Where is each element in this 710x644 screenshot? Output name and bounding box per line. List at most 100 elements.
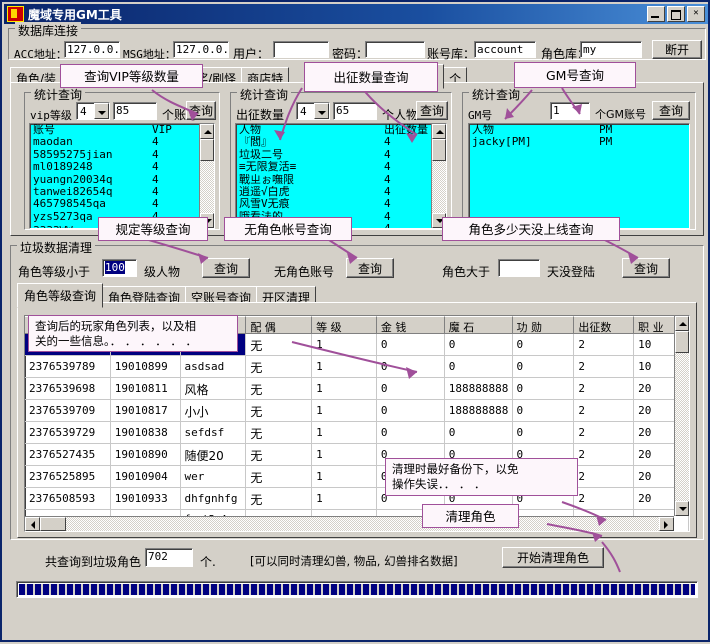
list-item[interactable]: 58595275jian4 xyxy=(30,149,214,161)
cell-level: 1 xyxy=(312,488,377,509)
days-threshold-input[interactable] xyxy=(498,259,540,277)
march-count-input[interactable]: 65 xyxy=(333,102,377,120)
scroll-thumb[interactable] xyxy=(432,139,446,161)
table-row[interactable]: 2376539698 19010811 风格 无 1 0 188888888 0… xyxy=(25,378,689,400)
vip-list-scrollbar[interactable] xyxy=(199,124,214,228)
list-item[interactable]: jacky[PM]PM xyxy=(469,136,689,148)
close-button[interactable]: ✕ xyxy=(687,6,705,22)
table-row[interactable]: 2376508593 19010933 dhfgnhfg 无 1 0 0 0 2… xyxy=(25,488,689,510)
cell-merit: 0 xyxy=(513,400,575,421)
scroll-track[interactable] xyxy=(675,353,689,501)
scroll-thumb[interactable] xyxy=(200,139,214,161)
minimize-button[interactable] xyxy=(647,6,665,22)
cell-name: dhfgnhfg xyxy=(181,488,247,509)
list-item[interactable]: maodan4 xyxy=(30,136,214,148)
chevron-down-icon[interactable] xyxy=(314,103,329,119)
march-count-combo-value: 4 xyxy=(297,105,314,118)
total-garbage-input[interactable]: 702 xyxy=(145,548,193,567)
cell-roleid: 19010899 xyxy=(111,356,181,377)
grid-header-marchcount[interactable]: 出征数 xyxy=(574,316,634,334)
scroll-up-icon[interactable] xyxy=(200,124,214,139)
list-item[interactable]: 风雪V无痕4 xyxy=(236,198,446,210)
annotation-clean-role: 清理角色 xyxy=(422,504,519,528)
march-result-listbox[interactable]: 人物 出征数量 『閻』4 垃圾二号4 ≡无限复活≡4 戰ㄓぉ嘸限4 逍遥√白虎4… xyxy=(235,123,447,229)
list-item[interactable]: 垃圾二号4 xyxy=(236,149,446,161)
table-row[interactable]: 2376525895 19010904 wer 无 1 0 0 0 2 20 xyxy=(25,466,689,488)
role-db-input[interactable]: my xyxy=(580,41,642,58)
cell-level: 1 xyxy=(312,378,377,399)
cell-name: 随便20 xyxy=(181,444,247,465)
grid-header-level[interactable]: 等 级 xyxy=(312,316,377,334)
user-label: 用户： xyxy=(233,45,269,62)
vip-stat-caption: 统计查询 xyxy=(31,86,85,103)
account-db-input[interactable]: account xyxy=(474,41,536,58)
scroll-right-icon[interactable] xyxy=(659,517,674,531)
gm-query-button[interactable]: 查询 xyxy=(652,101,690,120)
vip-result-listbox[interactable]: 账号 VIP maodan4 58595275jian4 ml01892484 … xyxy=(29,123,215,229)
tab-role-level-query[interactable]: 角色等级查询 xyxy=(17,283,103,308)
gm-result-listbox[interactable]: 人物 PM jacky[PM]PM xyxy=(468,123,690,229)
hscroll-track[interactable] xyxy=(66,517,659,531)
days-unit-label: 天没登陆 xyxy=(547,263,595,280)
scroll-track[interactable] xyxy=(200,161,214,213)
vip-count-input[interactable]: 85 xyxy=(113,102,157,120)
msg-address-label: MSG地址： xyxy=(123,46,176,62)
table-row[interactable]: 2376539709 19010817 小小 无 1 0 188888888 0… xyxy=(25,400,689,422)
scroll-up-icon[interactable] xyxy=(675,316,689,331)
vip-row-name: ml0189248 xyxy=(33,161,152,173)
chevron-down-icon[interactable] xyxy=(94,103,109,119)
window-frame: 魔域专用GM工具 ✕ 数据库连接 ACC地址： 127.0.0.1 MSG地址：… xyxy=(0,0,710,642)
grid-header-money[interactable]: 金 钱 xyxy=(377,316,445,334)
level-threshold-input[interactable]: 100 xyxy=(102,259,137,277)
level-query-button[interactable]: 查询 xyxy=(202,258,250,278)
grid-header-magicstone[interactable]: 魔 石 xyxy=(445,316,513,334)
list-item[interactable]: 逍遥√白虎4 xyxy=(236,186,446,198)
scroll-track[interactable] xyxy=(432,161,446,213)
list-item[interactable]: yuangn20034q4 xyxy=(30,174,214,186)
list-item[interactable]: 465798545qa4 xyxy=(30,198,214,210)
list-item[interactable]: ≡无限复活≡4 xyxy=(236,161,446,173)
scroll-left-icon[interactable] xyxy=(25,517,40,531)
scroll-down-icon[interactable] xyxy=(675,501,689,516)
grid-horizontal-scrollbar[interactable] xyxy=(25,516,674,531)
msg-address-input[interactable]: 127.0.0.1 xyxy=(173,41,229,58)
gm-row-name: jacky[PM] xyxy=(472,136,599,148)
list-item[interactable]: 戰ㄓぉ嘸限4 xyxy=(236,174,446,186)
start-cleanup-button[interactable]: 开始清理角色 xyxy=(502,547,604,568)
table-row[interactable]: 2376539789 19010899 asdsad 无 1 0 0 0 2 1… xyxy=(25,356,689,378)
march-stat-caption: 统计查询 xyxy=(237,86,291,103)
march-query-button[interactable]: 查询 xyxy=(416,101,448,120)
cell-level: 1 xyxy=(312,466,377,487)
table-row[interactable]: 2376539729 19010838 sefdsf 无 1 0 0 0 2 2… xyxy=(25,422,689,444)
cell-level: 1 xyxy=(312,400,377,421)
list-item[interactable]: tanwei82654q4 xyxy=(30,186,214,198)
cell-money: 0 xyxy=(377,378,445,399)
march-list-scrollbar[interactable] xyxy=(431,124,446,228)
annotation-march-count-query: 出征数量查询 xyxy=(304,62,438,92)
vip-query-button[interactable]: 查询 xyxy=(186,101,216,120)
grid-vertical-scrollbar[interactable] xyxy=(674,316,689,516)
list-item[interactable]: ml01892484 xyxy=(30,161,214,173)
cell-merit: 0 xyxy=(513,378,575,399)
grid-header-merit[interactable]: 功 勋 xyxy=(513,316,575,334)
march-row-name: 『閻』 xyxy=(239,136,384,148)
scroll-thumb[interactable] xyxy=(675,331,689,353)
user-input[interactable] xyxy=(273,41,329,58)
cell-marchcount: 2 xyxy=(574,378,634,399)
days-query-button[interactable]: 查询 xyxy=(622,258,670,278)
table-row[interactable]: 2376527435 19010890 随便20 无 1 0 0 0 2 20 xyxy=(25,444,689,466)
cell-roleid: 19010904 xyxy=(111,466,181,487)
hscroll-thumb[interactable] xyxy=(40,517,66,531)
maximize-button[interactable] xyxy=(667,6,685,22)
password-input[interactable] xyxy=(365,41,425,58)
disconnect-button[interactable]: 断开 xyxy=(652,40,702,59)
no-role-query-button[interactable]: 查询 xyxy=(346,258,394,278)
grid-header-spouse[interactable]: 配 偶 xyxy=(246,316,312,334)
gm-count-input[interactable]: 1 xyxy=(550,102,590,120)
acc-address-input[interactable]: 127.0.0.1 xyxy=(64,41,120,58)
march-count-combo[interactable]: 4 xyxy=(296,102,330,120)
list-item[interactable]: 『閻』4 xyxy=(236,136,446,148)
vip-level-combo[interactable]: 4 xyxy=(76,102,110,120)
cell-marchcount: 2 xyxy=(574,422,634,443)
scroll-up-icon[interactable] xyxy=(432,124,446,139)
